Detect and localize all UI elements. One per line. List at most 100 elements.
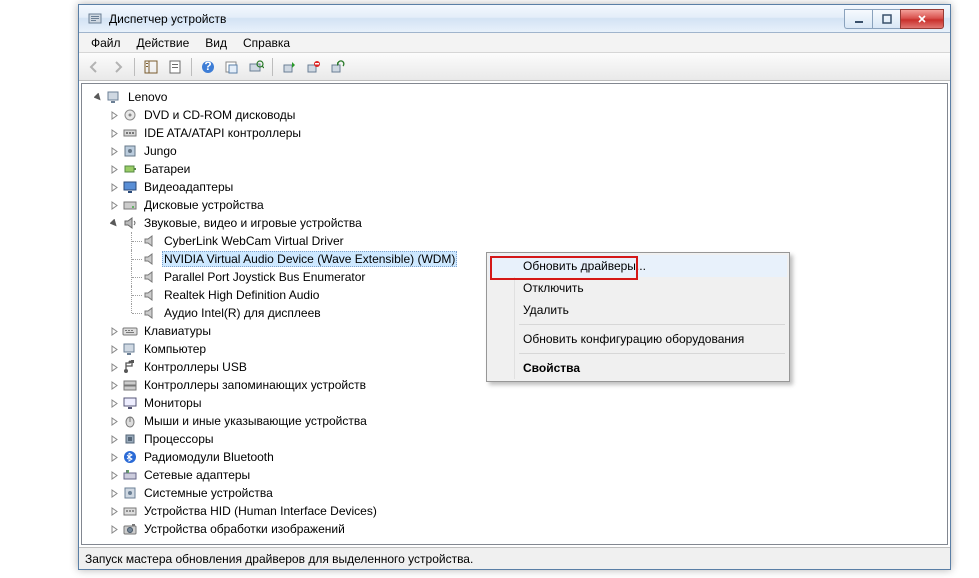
node-label: Процессоры xyxy=(142,431,216,447)
menu-action[interactable]: Действие xyxy=(129,34,198,52)
context-menu-separator xyxy=(519,353,785,354)
node-label: NVIDIA Virtual Audio Device (Wave Extens… xyxy=(162,251,457,267)
speaker-icon xyxy=(142,305,158,321)
node-label: Аудио Intel(R) для дисплеев xyxy=(162,305,323,321)
node-label: Устройства HID (Human Interface Devices) xyxy=(142,503,379,519)
context-menu-item[interactable]: Свойства xyxy=(489,357,787,379)
context-menu-item[interactable]: Обновить драйверы... xyxy=(489,255,787,277)
app-icon xyxy=(87,11,103,27)
tree-category-node[interactable]: Радиомодули Bluetooth xyxy=(88,448,947,466)
help-toolbutton[interactable]: ? xyxy=(197,56,219,78)
node-label: Видеоадаптеры xyxy=(142,179,235,195)
tree-category-node[interactable]: Устройства обработки изображений xyxy=(88,520,947,538)
tree-category-node[interactable]: Процессоры xyxy=(88,430,947,448)
speaker-icon xyxy=(142,251,158,267)
display-icon xyxy=(122,179,138,195)
node-label: Jungo xyxy=(142,143,179,159)
tree-category-node[interactable]: Видеоадаптеры xyxy=(88,178,947,196)
node-label: Мыши и иные указывающие устройства xyxy=(142,413,369,429)
monitor-icon xyxy=(122,395,138,411)
tree-category-node[interactable]: Jungo xyxy=(88,142,947,160)
hid-icon xyxy=(122,503,138,519)
context-menu-item[interactable]: Удалить xyxy=(489,299,787,321)
collapse-icon[interactable] xyxy=(108,217,120,229)
minimize-button[interactable] xyxy=(844,9,872,29)
tree-category-node[interactable]: Мыши и иные указывающие устройства xyxy=(88,412,947,430)
node-label: Батареи xyxy=(142,161,192,177)
jungo-icon xyxy=(122,143,138,159)
tree-connector xyxy=(124,250,142,268)
tree-category-node[interactable]: Звуковые, видео и игровые устройства xyxy=(88,214,947,232)
back-button[interactable] xyxy=(83,56,105,78)
expand-icon[interactable] xyxy=(108,487,120,499)
update-driver-toolbutton[interactable] xyxy=(278,56,300,78)
expand-icon[interactable] xyxy=(108,415,120,427)
expand-icon[interactable] xyxy=(108,199,120,211)
maximize-button[interactable] xyxy=(872,9,900,29)
collapse-icon[interactable] xyxy=(92,91,104,103)
disable-toolbutton[interactable] xyxy=(302,56,324,78)
tree-device-node[interactable]: CyberLink WebCam Virtual Driver xyxy=(88,232,947,250)
expand-icon[interactable] xyxy=(108,163,120,175)
expand-icon[interactable] xyxy=(108,325,120,337)
node-label: Parallel Port Joystick Bus Enumerator xyxy=(162,269,367,285)
expand-icon[interactable] xyxy=(108,433,120,445)
close-button[interactable] xyxy=(900,9,944,29)
toolbar-separator xyxy=(191,58,192,76)
show-hide-tree-button[interactable] xyxy=(140,56,162,78)
tree-category-node[interactable]: Системные устройства xyxy=(88,484,947,502)
tree-category-node[interactable]: Мониторы xyxy=(88,394,947,412)
tree-connector xyxy=(124,304,142,322)
expand-icon[interactable] xyxy=(108,505,120,517)
computer-icon xyxy=(106,89,122,105)
uninstall-toolbutton[interactable] xyxy=(326,56,348,78)
tree-category-node[interactable]: Батареи xyxy=(88,160,947,178)
node-label: Устройства обработки изображений xyxy=(142,521,347,537)
tree-connector xyxy=(124,232,142,250)
toolbar-separator xyxy=(134,58,135,76)
expand-icon[interactable] xyxy=(108,145,120,157)
tree-root-node[interactable]: Lenovo xyxy=(88,88,947,106)
node-label: IDE ATA/ATAPI контроллеры xyxy=(142,125,303,141)
battery-icon xyxy=(122,161,138,177)
window-title: Диспетчер устройств xyxy=(109,12,844,26)
titlebar[interactable]: Диспетчер устройств xyxy=(79,5,950,33)
tree-category-node[interactable]: Устройства HID (Human Interface Devices) xyxy=(88,502,947,520)
node-label: DVD и CD-ROM дисководы xyxy=(142,107,297,123)
node-label: CyberLink WebCam Virtual Driver xyxy=(162,233,346,249)
toolbar: ? xyxy=(79,53,950,81)
expand-icon[interactable] xyxy=(108,361,120,373)
ide-icon xyxy=(122,125,138,141)
expand-icon[interactable] xyxy=(108,451,120,463)
expand-icon[interactable] xyxy=(108,343,120,355)
speaker-icon xyxy=(142,287,158,303)
tree-category-node[interactable]: Сетевые адаптеры xyxy=(88,466,947,484)
node-label: Дисковые устройства xyxy=(142,197,266,213)
system-icon xyxy=(122,485,138,501)
properties-toolbutton[interactable] xyxy=(164,56,186,78)
node-label: Клавиатуры xyxy=(142,323,213,339)
sound-icon xyxy=(122,215,138,231)
context-menu-item[interactable]: Отключить xyxy=(489,277,787,299)
expand-icon[interactable] xyxy=(108,523,120,535)
forward-button[interactable] xyxy=(107,56,129,78)
tree-category-node[interactable]: IDE ATA/ATAPI контроллеры xyxy=(88,124,947,142)
menu-view[interactable]: Вид xyxy=(197,34,235,52)
storage-icon xyxy=(122,377,138,393)
expand-icon[interactable] xyxy=(108,379,120,391)
menu-help[interactable]: Справка xyxy=(235,34,298,52)
expand-icon[interactable] xyxy=(108,181,120,193)
menu-file[interactable]: Файл xyxy=(83,34,129,52)
mouse-icon xyxy=(122,413,138,429)
expand-icon[interactable] xyxy=(108,127,120,139)
expand-icon[interactable] xyxy=(108,397,120,409)
net-icon xyxy=(122,467,138,483)
scan-hardware-toolbutton[interactable] xyxy=(245,56,267,78)
expand-icon[interactable] xyxy=(108,109,120,121)
expand-icon[interactable] xyxy=(108,469,120,481)
imaging-icon xyxy=(122,521,138,537)
tree-category-node[interactable]: Дисковые устройства xyxy=(88,196,947,214)
action-toolbutton-1[interactable] xyxy=(221,56,243,78)
context-menu-item[interactable]: Обновить конфигурацию оборудования xyxy=(489,328,787,350)
tree-category-node[interactable]: DVD и CD-ROM дисководы xyxy=(88,106,947,124)
